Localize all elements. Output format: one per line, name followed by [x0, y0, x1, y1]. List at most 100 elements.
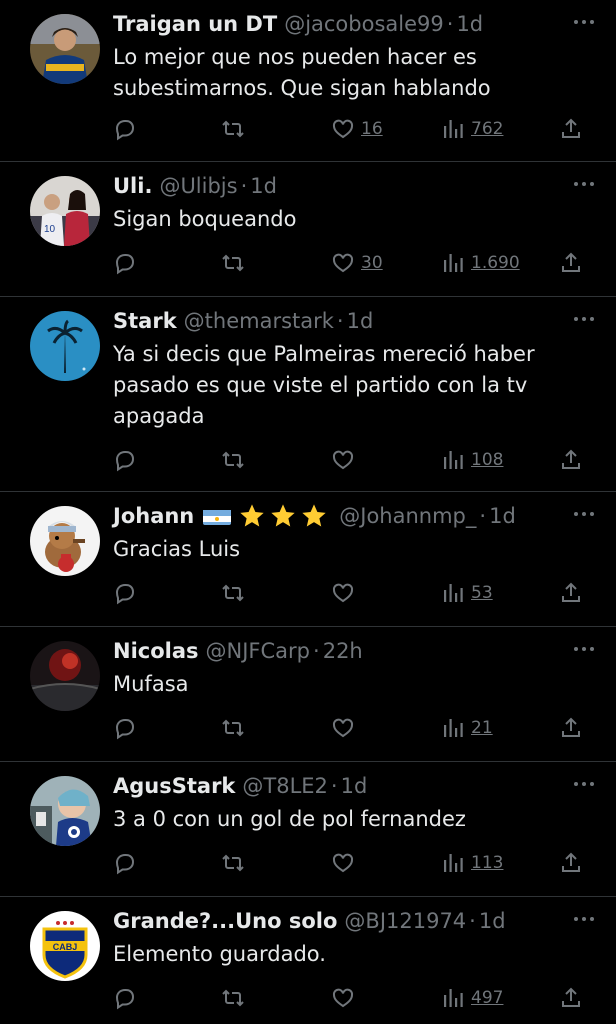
timestamp[interactable]: 1d [341, 772, 368, 800]
retweet-button[interactable] [221, 983, 245, 1013]
retweet-button[interactable] [221, 445, 245, 475]
retweet-button[interactable] [221, 713, 245, 743]
timestamp[interactable]: 1d [250, 172, 277, 200]
reply-button[interactable] [113, 445, 137, 475]
like-button[interactable] [331, 713, 355, 743]
author-handle[interactable]: @T8LE2 [242, 772, 328, 800]
share-icon [559, 251, 583, 275]
views-count[interactable]: 497 [471, 988, 503, 1008]
share-button[interactable] [559, 114, 583, 144]
views-count[interactable]: 1.690 [471, 253, 520, 273]
like-button[interactable] [331, 578, 355, 608]
author-handle[interactable]: @BJ121974 [344, 907, 466, 935]
avatar[interactable]: CABJ [30, 911, 100, 981]
views-count[interactable]: 108 [471, 450, 503, 470]
timestamp[interactable]: 1d [489, 502, 516, 530]
author-handle[interactable]: @themarstark [184, 307, 334, 335]
author-name[interactable]: Stark [113, 307, 177, 335]
views-button[interactable]: 21 [441, 713, 493, 743]
share-icon [559, 117, 583, 141]
tweet[interactable]: Johann @Johannmp_ · 1d Gracias Luis 53 [0, 492, 616, 627]
retweet-button[interactable] [221, 848, 245, 878]
tweet-text: Mufasa [113, 669, 596, 700]
share-button[interactable] [559, 713, 583, 743]
share-button[interactable] [559, 848, 583, 878]
author-handle[interactable]: @Ulibjs [159, 172, 237, 200]
more-icon[interactable] [570, 12, 598, 32]
timestamp[interactable]: 22h [323, 637, 363, 665]
reply-button[interactable] [113, 578, 137, 608]
views-button[interactable]: 762 [441, 114, 503, 144]
like-button[interactable] [331, 848, 355, 878]
author-name[interactable]: Johann [113, 502, 194, 530]
tweet[interactable]: Stark @themarstark · 1d Ya si decis que … [0, 297, 616, 492]
views-count[interactable]: 113 [471, 853, 503, 873]
retweet-button[interactable] [221, 248, 245, 278]
author-name[interactable]: Nicolas [113, 637, 199, 665]
like-button[interactable] [331, 445, 355, 475]
tweet[interactable]: 10 Uli. @Ulibjs · 1d Sigan boqueando 30 … [0, 162, 616, 297]
reply-button[interactable] [113, 248, 137, 278]
share-button[interactable] [559, 578, 583, 608]
more-icon[interactable] [570, 309, 598, 329]
views-count[interactable]: 762 [471, 119, 503, 139]
tweet[interactable]: Traigan un DT @jacobosale99 · 1d Lo mejo… [0, 0, 616, 162]
more-icon[interactable] [570, 639, 598, 659]
reply-button[interactable] [113, 848, 137, 878]
more-icon[interactable] [570, 174, 598, 194]
views-count[interactable]: 53 [471, 583, 493, 603]
reply-button[interactable] [113, 713, 137, 743]
tweet[interactable]: CABJ Grande?...Uno solo @BJ121974 · 1d E… [0, 897, 616, 1024]
more-icon[interactable] [570, 909, 598, 929]
avatar[interactable] [30, 311, 100, 381]
views-button[interactable]: 1.690 [441, 248, 520, 278]
views-icon [441, 716, 465, 740]
share-button[interactable] [559, 445, 583, 475]
retweet-button[interactable] [221, 578, 245, 608]
like-button[interactable]: 30 [331, 248, 383, 278]
author-name[interactable]: Grande?...Uno solo [113, 907, 337, 935]
author-name[interactable]: Uli. [113, 172, 152, 200]
more-icon[interactable] [570, 774, 598, 794]
more-icon[interactable] [570, 504, 598, 524]
author-name[interactable]: AgusStark [113, 772, 235, 800]
like-count[interactable]: 30 [361, 253, 383, 273]
separator-dot: · [330, 774, 338, 798]
views-button[interactable]: 53 [441, 578, 493, 608]
retweet-icon [221, 448, 245, 472]
retweet-button[interactable] [221, 114, 245, 144]
share-icon [559, 986, 583, 1010]
separator-dot: · [313, 639, 320, 663]
reply-button[interactable] [113, 114, 137, 144]
avatar[interactable]: 10 [30, 176, 100, 246]
timestamp[interactable]: 1d [479, 907, 506, 935]
timestamp[interactable]: 1d [347, 307, 374, 335]
timestamp[interactable]: 1d [456, 10, 483, 38]
avatar[interactable] [30, 641, 100, 711]
like-count[interactable]: 16 [361, 119, 383, 139]
author-handle[interactable]: @jacobosale99 [284, 10, 444, 38]
views-button[interactable]: 497 [441, 983, 503, 1013]
avatar[interactable] [30, 14, 100, 84]
avatar[interactable] [30, 776, 100, 846]
reply-icon [113, 251, 137, 275]
share-button[interactable] [559, 248, 583, 278]
tweet-text-line: 3 a 0 con un gol de pol fernandez [113, 807, 466, 831]
tweet[interactable]: AgusStark @T8LE2 · 1d 3 a 0 con un gol d… [0, 762, 616, 897]
reply-button[interactable] [113, 983, 137, 1013]
retweet-icon [221, 117, 245, 141]
author-name[interactable]: Traigan un DT [113, 10, 277, 38]
views-button[interactable]: 108 [441, 445, 503, 475]
like-button[interactable] [331, 983, 355, 1013]
author-handle[interactable]: @NJFCarp [206, 637, 310, 665]
share-button[interactable] [559, 983, 583, 1013]
tweet[interactable]: Nicolas @NJFCarp · 22h Mufasa 21 [0, 627, 616, 762]
views-count[interactable]: 21 [471, 718, 493, 738]
tweet-text: 3 a 0 con un gol de pol fernandez [113, 804, 596, 835]
views-button[interactable]: 113 [441, 848, 503, 878]
heart-icon [331, 448, 355, 472]
avatar[interactable] [30, 506, 100, 576]
author-handle[interactable]: @Johannmp_ [339, 502, 476, 530]
tweet-text: Elemento guardado. [113, 939, 596, 970]
like-button[interactable]: 16 [331, 114, 383, 144]
